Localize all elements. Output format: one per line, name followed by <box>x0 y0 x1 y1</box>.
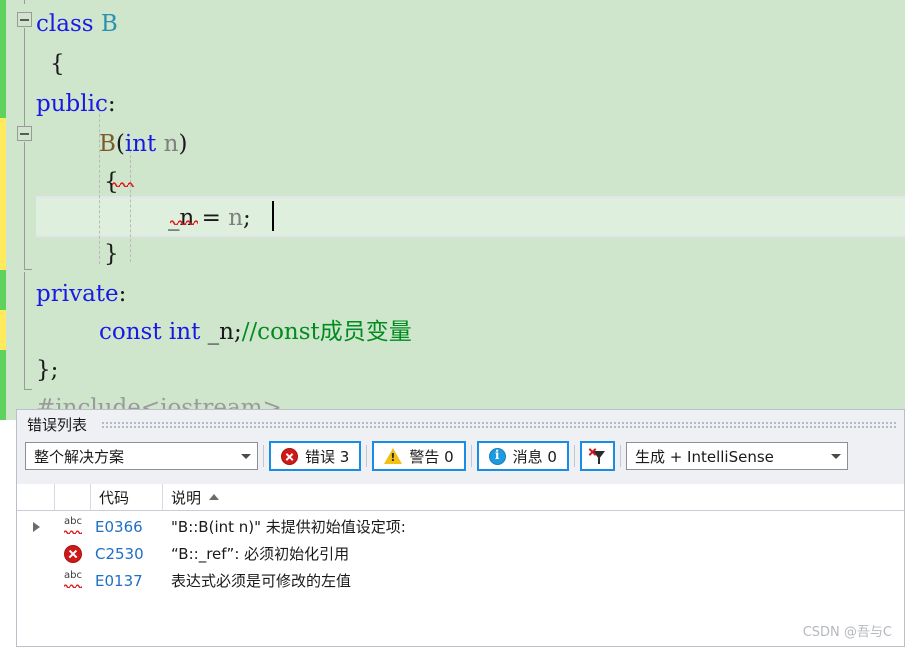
messages-filter-label: 消息 0 <box>512 447 557 466</box>
row-severity-icon: abc <box>55 516 91 536</box>
code-line-1: class B <box>36 11 118 37</box>
toolbar-separator-1 <box>263 445 264 467</box>
table-row[interactable]: abc E0137 表达式必须是可修改的左值 <box>17 567 904 594</box>
scope-filter-combobox[interactable]: 整个解决方案 <box>25 442 258 470</box>
code-line-2: { <box>50 51 65 77</box>
chevron-right-icon <box>32 521 40 532</box>
warnings-filter-label: 警告 0 <box>409 447 454 466</box>
error-grid[interactable]: 代码 说明 abc E0366 "B::B(int n)" 未提供初始值设定项: <box>17 484 904 646</box>
row-description: "B::B(int n)" 未提供初始值设定项: <box>171 518 406 536</box>
error-list-toolbar[interactable]: 整个解决方案 错误 3 警告 0 消息 0 <box>17 438 904 474</box>
column-header-description[interactable]: 说明 <box>163 484 904 510</box>
code-line-8: private: <box>36 281 127 307</box>
code-line-10: }; <box>36 357 59 383</box>
errors-filter-label: 错误 3 <box>305 447 350 466</box>
sort-ascending-icon <box>209 494 220 500</box>
row-severity-icon: abc <box>55 570 91 590</box>
text-caret <box>272 201 274 231</box>
code-line-9: const int _n;//const成员变量 <box>99 319 412 345</box>
code-line-4: B(int n) <box>99 131 188 157</box>
row-description: “B::_ref”: 必须初始化引用 <box>171 545 350 563</box>
row-code: E0137 <box>95 571 143 590</box>
build-filter-combobox[interactable]: 生成 + IntelliSense <box>625 442 848 470</box>
messages-filter-toggle[interactable]: 消息 0 <box>476 441 569 471</box>
table-row[interactable]: abc E0366 "B::B(int n)" 未提供初始值设定项: <box>17 513 904 540</box>
column-header-code[interactable]: 代码 <box>91 484 163 510</box>
row-expander[interactable] <box>17 521 55 532</box>
row-description: 表达式必须是可修改的左值 <box>171 572 352 590</box>
app-root: class B { public: B(int n) { _n = n; } p… <box>0 0 905 647</box>
warnings-filter-toggle[interactable]: 警告 0 <box>372 441 466 471</box>
watermark: CSDN @吾与C <box>802 625 892 640</box>
error-grid-header[interactable]: 代码 说明 <box>17 484 904 511</box>
warning-icon <box>384 448 403 464</box>
build-filter-value: 生成 + IntelliSense <box>634 447 774 466</box>
errors-filter-toggle[interactable]: 错误 3 <box>269 441 362 471</box>
error-list-panel[interactable]: 错误列表 整个解决方案 错误 3 警告 0 消息 0 <box>16 409 905 647</box>
table-row[interactable]: C2530 “B::_ref”: 必须初始化引用 <box>17 540 904 567</box>
scope-filter-value: 整个解决方案 <box>34 447 125 466</box>
clear-filter-button[interactable] <box>579 441 615 471</box>
chevron-down-icon <box>241 453 251 459</box>
row-severity-icon <box>55 544 91 563</box>
column-header-expander <box>17 484 55 510</box>
error-grid-body[interactable]: abc E0366 "B::B(int n)" 未提供初始值设定项: C2530… <box>17 511 904 594</box>
toolbar-separator-2 <box>366 445 368 467</box>
panel-drag-grip[interactable] <box>101 420 896 428</box>
code-line-7: } <box>104 241 119 267</box>
error-squiggle-brace <box>112 180 134 187</box>
abc-squiggle-icon: abc <box>62 516 84 536</box>
row-expander <box>17 549 55 559</box>
error-icon <box>64 544 82 563</box>
chevron-down-icon-2 <box>830 453 841 459</box>
toolbar-separator-5 <box>619 445 621 467</box>
code-text[interactable]: class B { public: B(int n) { _n = n; } p… <box>0 0 905 420</box>
code-line-3: public: <box>36 91 116 117</box>
info-icon <box>488 447 506 465</box>
panel-titlebar[interactable]: 错误列表 <box>17 410 904 438</box>
toolbar-separator-4 <box>573 445 575 467</box>
abc-squiggle-icon: abc <box>62 570 84 590</box>
row-expander <box>17 576 55 586</box>
code-editor[interactable]: class B { public: B(int n) { _n = n; } p… <box>0 0 905 420</box>
column-header-description-label: 说明 <box>171 488 202 507</box>
error-icon <box>281 447 298 465</box>
row-code: C2530 <box>95 544 144 563</box>
filter-clear-icon <box>588 447 607 466</box>
toolbar-separator-3 <box>470 445 472 467</box>
column-header-severity <box>55 484 91 510</box>
error-squiggle-member <box>170 218 198 225</box>
row-code: E0366 <box>95 517 143 536</box>
panel-title: 错误列表 <box>27 415 88 434</box>
